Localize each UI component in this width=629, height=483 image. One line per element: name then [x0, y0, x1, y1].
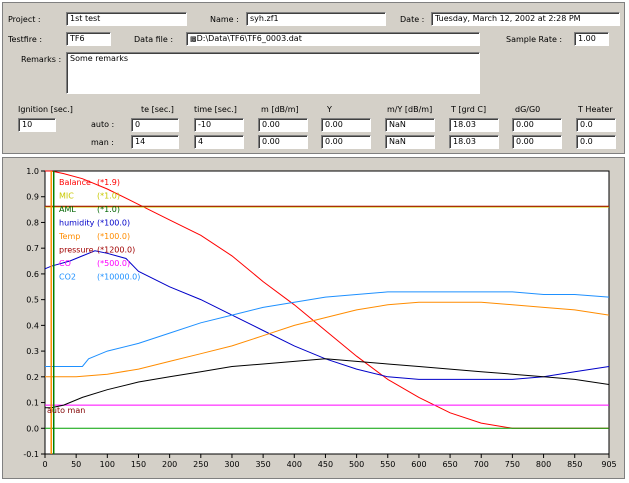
y-tick-label: -0.1 [23, 450, 39, 459]
legend-name: Temp [58, 232, 80, 241]
legend-scale: (*100.0) [97, 232, 130, 241]
auto-man-annotation: auto man [47, 406, 85, 415]
column-header-m: m [dB/m] [261, 105, 299, 114]
y-tick-label: 0.8 [26, 218, 39, 227]
chart-panel: 1.0 0.9 0.8 0.7 0.6 0.5 0.4 0.3 0.2 0.1 0.0 -0.1 0 50… [2, 157, 625, 479]
legend-scale: (*100.0) [97, 219, 130, 228]
auto-t-field[interactable]: 18.03 [449, 118, 499, 132]
datafile-label: Data file : [134, 35, 174, 44]
project-field[interactable]: 1st test [66, 12, 187, 26]
x-tick-label: 850 [567, 460, 582, 469]
legend-scale: (*500.0) [97, 259, 130, 268]
column-header-te: te [sec.] [141, 105, 174, 114]
file-icon: ▩ [190, 35, 197, 43]
legend-name: AML [59, 205, 76, 214]
y-tick-label: 1.0 [26, 167, 39, 176]
column-header-dg-g0: dG/G0 [515, 105, 541, 114]
x-tick-label: 500 [349, 460, 364, 469]
man-y-field[interactable]: 0.00 [321, 135, 371, 149]
ignition-field[interactable]: 10 [18, 118, 56, 132]
x-tick-label: 700 [474, 460, 489, 469]
legend-scale: (*1.0) [97, 205, 120, 214]
x-tick-label: 150 [131, 460, 146, 469]
remarks-field[interactable]: Some remarks [66, 52, 480, 94]
auto-te-field[interactable]: 0 [131, 118, 179, 132]
column-header-t: T [grd C] [451, 105, 487, 114]
legend-scale: (*1200.0) [97, 246, 135, 255]
x-tick-label: 750 [505, 460, 520, 469]
man-t-field[interactable]: 18.03 [449, 135, 499, 149]
y-tick-label: 0.6 [26, 270, 39, 279]
auto-time-field[interactable]: -10 [194, 118, 244, 132]
y-tick-label: 0.3 [26, 347, 39, 356]
y-tick-label: 0.5 [26, 296, 39, 305]
datafile-field[interactable]: ▩D:\Data\TF6\TF6_0003.dat [186, 32, 480, 46]
y-tick-label: 0.0 [26, 424, 39, 433]
x-tick-label: 300 [224, 460, 239, 469]
x-tick-label: 350 [255, 460, 270, 469]
sensor-chart[interactable]: 1.0 0.9 0.8 0.7 0.6 0.5 0.4 0.3 0.2 0.1 0.0 -0.10 50… [3, 158, 624, 478]
remarks-label: Remarks : [21, 55, 62, 64]
x-tick-label: 400 [287, 460, 302, 469]
y-tick-label: 0.9 [26, 193, 39, 202]
auto-m-over-y-field[interactable]: NaN [385, 118, 435, 132]
samplerate-label: Sample Rate : [506, 35, 563, 44]
x-tick-label: 905 [601, 460, 616, 469]
column-header-t-heater: T Heater [578, 105, 613, 114]
man-t-heater-field[interactable]: 0.0 [576, 135, 616, 149]
plot-area [44, 170, 610, 455]
x-tick-label: 200 [162, 460, 177, 469]
auto-label: auto : [91, 120, 115, 129]
legend-name: pressure [59, 246, 94, 255]
date-field[interactable]: Tuesday, March 12, 2002 at 2:28 PM [431, 12, 620, 26]
column-header-m-over-y: m/Y [dB/m] [387, 105, 433, 114]
x-tick-label: 800 [536, 460, 551, 469]
man-time-field[interactable]: 4 [194, 135, 244, 149]
x-tick-label: 0 [42, 460, 47, 469]
legend-name: CO2 [59, 273, 76, 282]
man-m-over-y-field[interactable]: NaN [385, 135, 435, 149]
date-label: Date : [400, 15, 425, 24]
x-tick-label: 600 [411, 460, 426, 469]
name-label: Name : [210, 15, 239, 24]
y-tick-label: 0.2 [26, 373, 39, 382]
ignition-label: Ignition [sec.] [18, 105, 73, 114]
legend-name: CO [59, 259, 71, 268]
man-te-field[interactable]: 14 [131, 135, 179, 149]
x-tick-label: 50 [71, 460, 81, 469]
auto-dg-g0-field[interactable]: 0.00 [512, 118, 562, 132]
datafile-value: D:\Data\TF6\TF6_0003.dat [196, 34, 302, 43]
legend-scale: (*1.9) [97, 178, 120, 187]
x-tick-label: 450 [318, 460, 333, 469]
column-header-y: Y [327, 105, 332, 114]
man-label: man : [91, 138, 115, 147]
name-field[interactable]: syh.zf1 [246, 12, 386, 26]
legend-name: MIC [59, 192, 74, 201]
man-dg-g0-field[interactable]: 0.00 [512, 135, 562, 149]
x-tick-label: 100 [100, 460, 115, 469]
auto-t-heater-field[interactable]: 0.0 [576, 118, 616, 132]
y-tick-label: 0.7 [26, 244, 39, 253]
project-label: Project : [8, 15, 41, 24]
testfire-field[interactable]: TF6 [66, 32, 111, 46]
x-tick-label: 250 [193, 460, 208, 469]
testfire-label: Testfire : [8, 35, 43, 44]
auto-y-field[interactable]: 0.00 [321, 118, 371, 132]
man-m-field[interactable]: 0.00 [258, 135, 308, 149]
legend-name: Balance [59, 178, 91, 187]
legend-scale: (*1.0) [97, 192, 120, 201]
y-tick-label: 0.4 [26, 321, 39, 330]
auto-m-field[interactable]: 0.00 [258, 118, 308, 132]
legend-scale: (*10000.0) [97, 273, 140, 282]
samplerate-field[interactable]: 1.00 [574, 32, 609, 46]
legend-name: humidity [59, 219, 95, 228]
x-tick-label: 550 [380, 460, 395, 469]
y-tick-label: 0.1 [26, 399, 39, 408]
test-info-panel: Project : 1st test Name : syh.zf1 Date :… [2, 2, 625, 154]
column-header-time: time [sec.] [194, 105, 237, 114]
x-tick-label: 650 [442, 460, 457, 469]
